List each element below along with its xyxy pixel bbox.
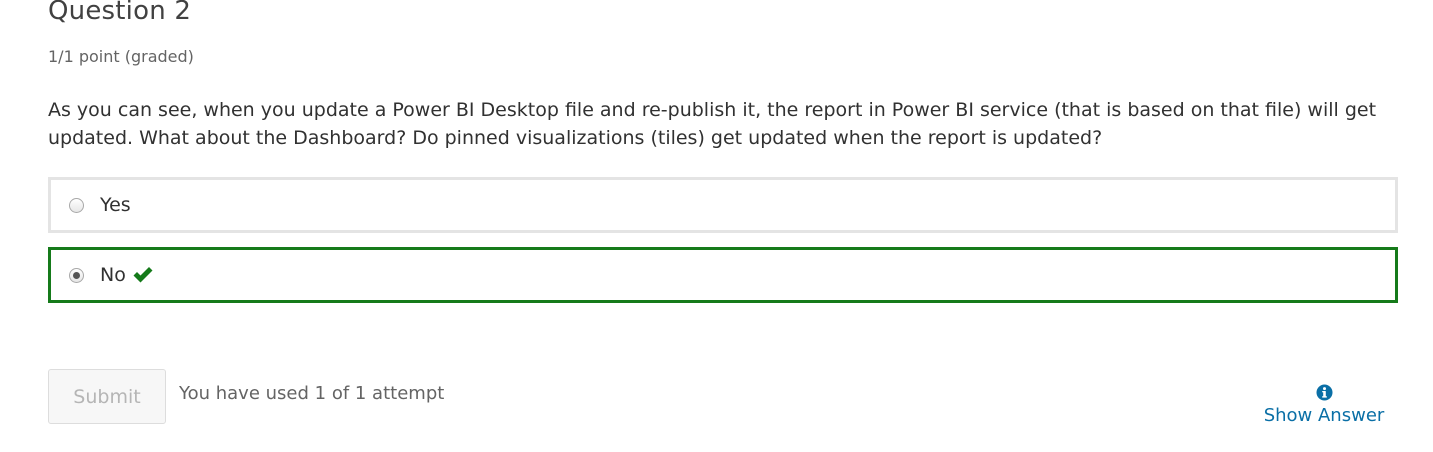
submit-button[interactable]: Submit (48, 369, 166, 424)
show-answer-label: Show Answer (1263, 405, 1385, 426)
radio-yes[interactable] (69, 197, 84, 213)
question-prompt: As you can see, when you update a Power … (48, 99, 1377, 149)
info-icon (1316, 384, 1332, 401)
checkmark-icon (132, 266, 154, 284)
question-title: Question 2 (48, 0, 192, 26)
choice-yes-label: Yes (100, 194, 131, 216)
choice-yes[interactable]: Yes (48, 177, 1398, 233)
show-answer-button[interactable]: Show Answer (1258, 384, 1390, 426)
points-status: 1/1 point (graded) (48, 47, 194, 66)
choice-no[interactable]: No (48, 247, 1398, 303)
radio-no[interactable] (69, 267, 84, 283)
attempts-text: You have used 1 of 1 attempt (179, 383, 445, 404)
choice-no-label: No (100, 264, 126, 286)
